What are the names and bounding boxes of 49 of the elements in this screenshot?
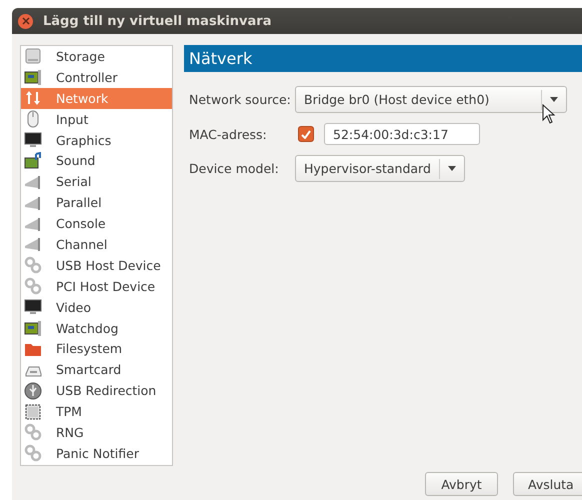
cable-connector-icon [24,235,42,254]
close-button[interactable] [18,14,33,28]
hardware-list-item[interactable]: RNG [21,422,172,443]
checkmark-icon [301,130,311,138]
up-down-arrows-icon [24,89,42,108]
caret-icon [448,166,456,171]
hardware-list-item[interactable]: Input [21,108,172,130]
gears-icon [24,423,42,442]
chip-icon [24,402,42,421]
sound-card-icon [24,152,42,170]
hardware-list-item[interactable]: Sound [21,150,172,172]
field-label: MAC-adress: [189,126,268,142]
hardware-list-item[interactable]: PCI Host Device [21,276,172,297]
hardware-list-item[interactable]: Console [21,213,172,234]
section-header: Nätverk [184,45,582,72]
window-title: Lägg till ny virtuell maskinvara [43,14,272,28]
field-label: Network source: [189,92,292,107]
hardware-list-item[interactable]: TPM [21,401,172,422]
usb-icon [24,382,42,400]
checkbox[interactable] [298,126,314,142]
hardware-list-item[interactable]: Graphics [21,130,172,150]
network-source-dropdown[interactable]: Bridge br0 (Host device eth0) [295,86,567,113]
caret-icon [550,97,558,102]
hardware-list-item[interactable]: Parallel [21,192,172,214]
gears-icon [24,256,42,274]
hardware-list-item[interactable]: Panic Notifier [21,442,172,464]
gears-icon [24,277,42,296]
hardware-list-item[interactable]: Smartcard [21,359,172,380]
mouse-pointer-icon [542,104,556,124]
dialog-button[interactable]: Avsluta [513,472,582,496]
monitor-icon [24,298,42,316]
device-model-dropdown[interactable]: Hypervisor-standard [295,155,465,182]
hardware-list-item[interactable]: USB Redirection [21,380,172,402]
gears-icon [24,444,42,462]
monitor-icon [24,131,42,149]
hardware-list-item[interactable]: USB Host Device [21,254,172,276]
circuit-card-icon [24,68,42,86]
field-label: Device model: [189,161,280,176]
hardware-list-item[interactable]: Watchdog [21,318,172,338]
mac-address-field[interactable]: 52:54:00:3d:c3:17 [324,123,480,145]
hardware-list-item[interactable]: Storage [21,46,172,67]
hardware-list-item[interactable]: Controller [21,66,172,88]
dialog-button[interactable]: Avbryt [425,472,498,496]
circuit-card-icon [24,319,42,338]
close-icon [22,17,30,25]
hardware-list-item[interactable]: Filesystem [21,338,172,360]
hardware-list-item[interactable]: Serial [21,171,172,192]
hardware-list-item[interactable]: Channel [21,234,172,255]
hardware-list-item[interactable]: Video [21,296,172,318]
